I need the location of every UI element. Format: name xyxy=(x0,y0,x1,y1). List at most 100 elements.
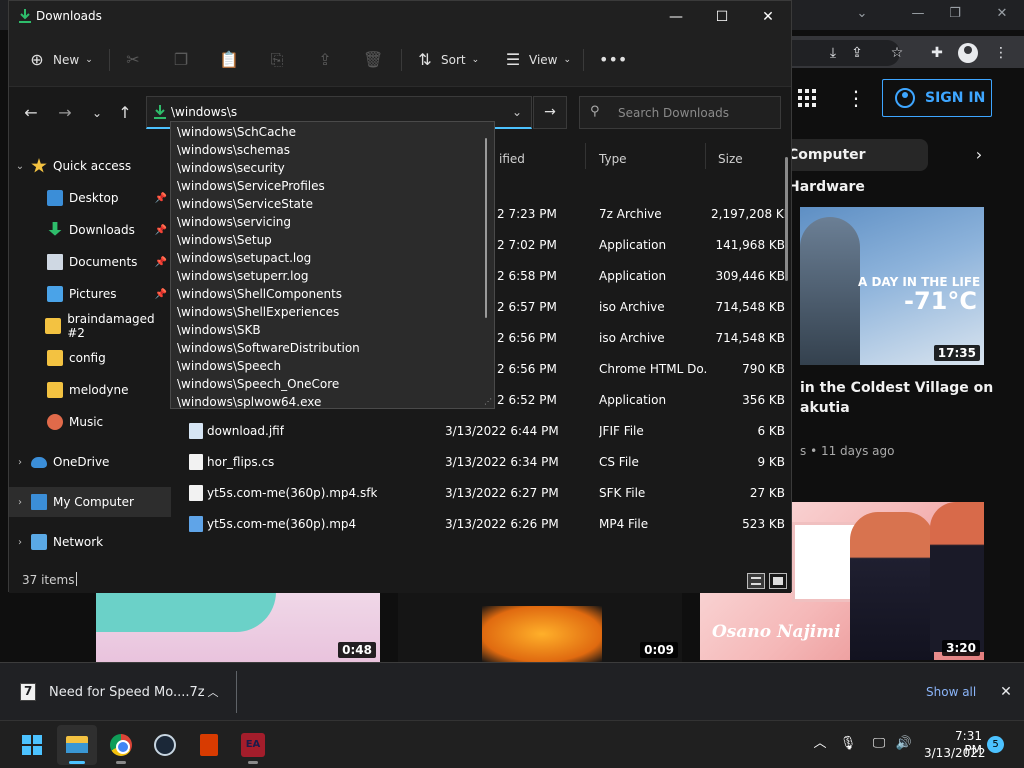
minimize-icon[interactable]: — xyxy=(908,4,928,24)
notification-badge[interactable]: 5 xyxy=(987,736,1004,753)
file-list-scrollbar[interactable] xyxy=(785,157,788,281)
autocomplete-item[interactable]: \windows\Setup xyxy=(171,231,487,249)
sidebar-item-downloads[interactable]: Downloads 📌 xyxy=(9,215,171,245)
minimize-icon[interactable]: — xyxy=(653,1,699,33)
sidebar-item-documents[interactable]: Documents 📌 xyxy=(9,247,171,277)
file-row[interactable]: download.jfif 3/13/2022 6:44 PM JFIF File 6… xyxy=(175,416,787,447)
taskbar-office[interactable] xyxy=(189,725,229,765)
go-arrow-button[interactable]: → xyxy=(533,96,567,129)
download-file-name[interactable]: Need for Speed Mo....7z xyxy=(49,685,205,700)
search-box[interactable]: ⚲ xyxy=(579,96,781,129)
bookmark-star-icon[interactable]: ☆ xyxy=(888,44,906,62)
address-input[interactable] xyxy=(171,101,501,123)
chevron-down-icon[interactable]: ⌄ xyxy=(852,4,872,24)
video-thumbnail[interactable]: 0:48 xyxy=(96,592,380,662)
more-options-button[interactable]: ••• xyxy=(599,47,627,73)
apps-grid-icon[interactable] xyxy=(798,89,816,107)
up-arrow-icon[interactable]: ↑ xyxy=(115,103,135,123)
profile-icon[interactable] xyxy=(958,43,978,63)
show-all-link[interactable]: Show all xyxy=(926,685,976,699)
maximize-icon[interactable]: ☐ xyxy=(699,1,745,33)
explorer-titlebar[interactable]: Downloads — ☐ ✕ xyxy=(9,1,791,33)
sidebar-item-braindamaged-2[interactable]: braindamaged #2 xyxy=(9,311,171,341)
autocomplete-item[interactable]: \windows\SoftwareDistribution xyxy=(171,339,487,357)
sidebar-item-desktop[interactable]: Desktop 📌 xyxy=(9,183,171,213)
chevron-up-icon[interactable]: ︿ xyxy=(811,735,829,753)
autocomplete-item[interactable]: \windows\setupact.log xyxy=(171,249,487,267)
file-row[interactable]: yt5s.com-me(360p).mp4.sfk 3/13/2022 6:27 … xyxy=(175,478,787,509)
paste-button[interactable]: 📋 xyxy=(219,47,239,73)
sidebar-item-quick-access[interactable]: ⌄ Quick access xyxy=(9,151,171,181)
cut-button[interactable]: ✂ xyxy=(123,47,143,73)
column-divider[interactable] xyxy=(705,143,706,169)
copy-button[interactable]: ❐ xyxy=(171,47,191,73)
taskbar-ea[interactable]: EA xyxy=(233,725,273,765)
restore-icon[interactable]: ❐ xyxy=(945,4,965,24)
share-icon[interactable]: ⇪ xyxy=(848,44,866,62)
autocomplete-item[interactable]: \windows\SKB xyxy=(171,321,487,339)
chevron-right-icon[interactable]: › xyxy=(968,144,990,166)
column-header-date[interactable]: ified xyxy=(499,147,525,171)
start-button[interactable] xyxy=(12,725,52,765)
chevron-right-icon[interactable]: › xyxy=(9,537,31,548)
sidebar-item-network[interactable]: › Network xyxy=(9,527,171,557)
settings-more-icon[interactable]: ⋮ xyxy=(846,86,866,110)
column-divider[interactable] xyxy=(585,143,586,169)
close-icon[interactable]: ✕ xyxy=(992,4,1012,24)
autocomplete-item[interactable]: \windows\ShellExperiences xyxy=(171,303,487,321)
autocomplete-item[interactable]: \windows\setuperr.log xyxy=(171,267,487,285)
details-view-button[interactable] xyxy=(747,573,765,589)
autocomplete-item[interactable]: \windows\security xyxy=(171,159,487,177)
sort-button[interactable]: ⇅ Sort ⌄ xyxy=(415,47,479,73)
autocomplete-item[interactable]: \windows\Speech_OneCore xyxy=(171,375,487,393)
volume-icon[interactable]: 🔊 xyxy=(895,735,913,753)
column-header-size[interactable]: Size xyxy=(718,147,743,171)
browser-address-bar[interactable] xyxy=(790,40,900,66)
video-thumbnail[interactable]: 0:09 xyxy=(398,592,682,662)
video-title[interactable]: in the Coldest Village on akutia xyxy=(800,378,1000,418)
chevron-down-icon[interactable]: ⌄ xyxy=(9,161,31,172)
autocomplete-item[interactable]: \windows\splwow64.exe xyxy=(171,393,487,411)
file-row[interactable]: hor_flips.cs 3/13/2022 6:34 PM CS File 9 KB xyxy=(175,447,787,478)
sidebar-item-onedrive[interactable]: › OneDrive xyxy=(9,447,171,477)
autocomplete-item[interactable]: \windows\ShellComponents xyxy=(171,285,487,303)
sidebar-item-melodyne[interactable]: melodyne xyxy=(9,375,171,405)
taskbar-steam[interactable] xyxy=(145,725,185,765)
autocomplete-item[interactable]: \windows\schemas xyxy=(171,141,487,159)
close-icon[interactable]: ✕ xyxy=(997,683,1015,701)
network-icon[interactable]: 🖵 xyxy=(870,735,888,753)
sidebar-item-my-computer[interactable]: › My Computer xyxy=(9,487,171,517)
extensions-icon[interactable]: ✚ xyxy=(928,44,946,62)
install-icon[interactable]: ⤓ xyxy=(824,44,842,62)
search-input[interactable] xyxy=(618,102,776,124)
sidebar-item-music[interactable]: Music xyxy=(9,407,171,437)
column-header-type[interactable]: Type xyxy=(599,147,627,171)
category-chip[interactable]: Computer Hardware xyxy=(770,139,928,195)
clock-date[interactable]: 3/13/2022 xyxy=(924,746,986,760)
autocomplete-item[interactable]: \windows\SchCache xyxy=(171,123,487,141)
chevron-right-icon[interactable]: › xyxy=(9,497,31,508)
new-button[interactable]: ⊕ New ⌄ xyxy=(27,47,92,73)
microphone-icon[interactable]: 🎙 xyxy=(839,735,857,753)
autocomplete-item[interactable]: \windows\servicing xyxy=(171,213,487,231)
sign-in-button[interactable]: SIGN IN xyxy=(882,79,992,117)
rename-button[interactable]: ⎘ xyxy=(267,47,287,73)
autocomplete-item[interactable]: \windows\Speech xyxy=(171,357,487,375)
file-row[interactable]: yt5s.com-me(360p).mp4 3/13/2022 6:26 PM MP… xyxy=(175,509,787,540)
sidebar-item-config[interactable]: config xyxy=(9,343,171,373)
close-icon[interactable]: ✕ xyxy=(745,1,791,33)
video-thumbnail[interactable]: A DAY IN THE LIFE -71°C 17:35 xyxy=(800,207,984,365)
autocomplete-item[interactable]: \windows\ServiceProfiles xyxy=(171,177,487,195)
chevron-up-icon[interactable]: ︿ xyxy=(205,685,221,701)
taskbar-file-explorer[interactable] xyxy=(57,725,97,765)
view-button[interactable]: ☰ View ⌄ xyxy=(503,47,571,73)
delete-button[interactable]: 🗑 xyxy=(363,47,383,73)
taskbar-chrome[interactable] xyxy=(101,725,141,765)
sidebar-item-pictures[interactable]: Pictures 📌 xyxy=(9,279,171,309)
forward-arrow-icon[interactable]: → xyxy=(55,103,75,123)
more-menu-icon[interactable]: ⋮ xyxy=(992,44,1010,62)
share-button[interactable]: ⇪ xyxy=(315,47,335,73)
back-arrow-icon[interactable]: ← xyxy=(21,103,41,123)
tiles-view-button[interactable] xyxy=(769,573,787,589)
recent-locations-chevron-icon[interactable]: ⌄ xyxy=(87,103,107,123)
